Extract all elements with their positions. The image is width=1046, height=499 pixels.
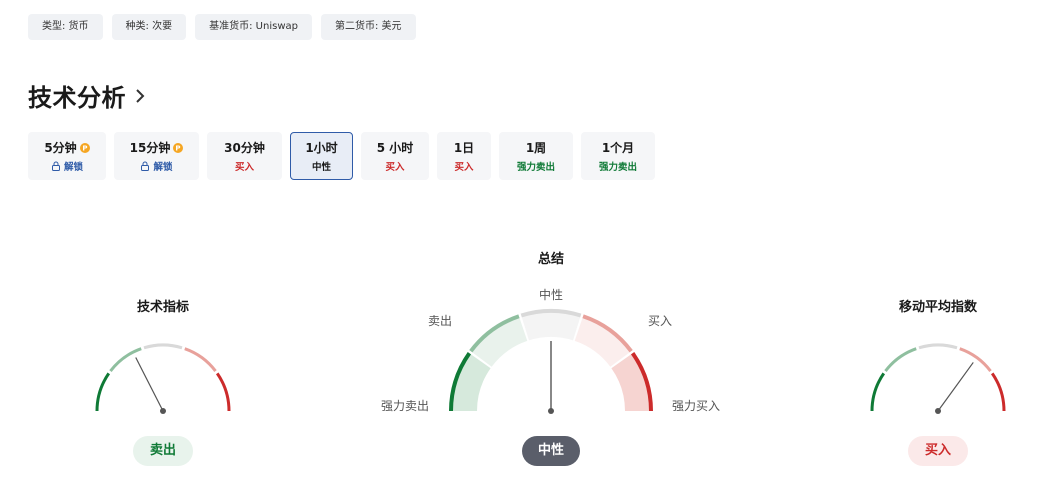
moving-average-gauge-chart <box>870 343 1006 414</box>
gauge-segment-buy <box>959 347 992 372</box>
gauge-segment-strong-sell <box>870 372 886 412</box>
gauge-segment-sell <box>884 347 917 372</box>
gauge-segment-neutral <box>918 343 958 350</box>
gauge-segment-strong-buy <box>990 372 1006 412</box>
gauge-pivot <box>935 408 941 414</box>
gauge-needle <box>937 362 974 412</box>
status-badge: 买入 <box>908 436 968 466</box>
